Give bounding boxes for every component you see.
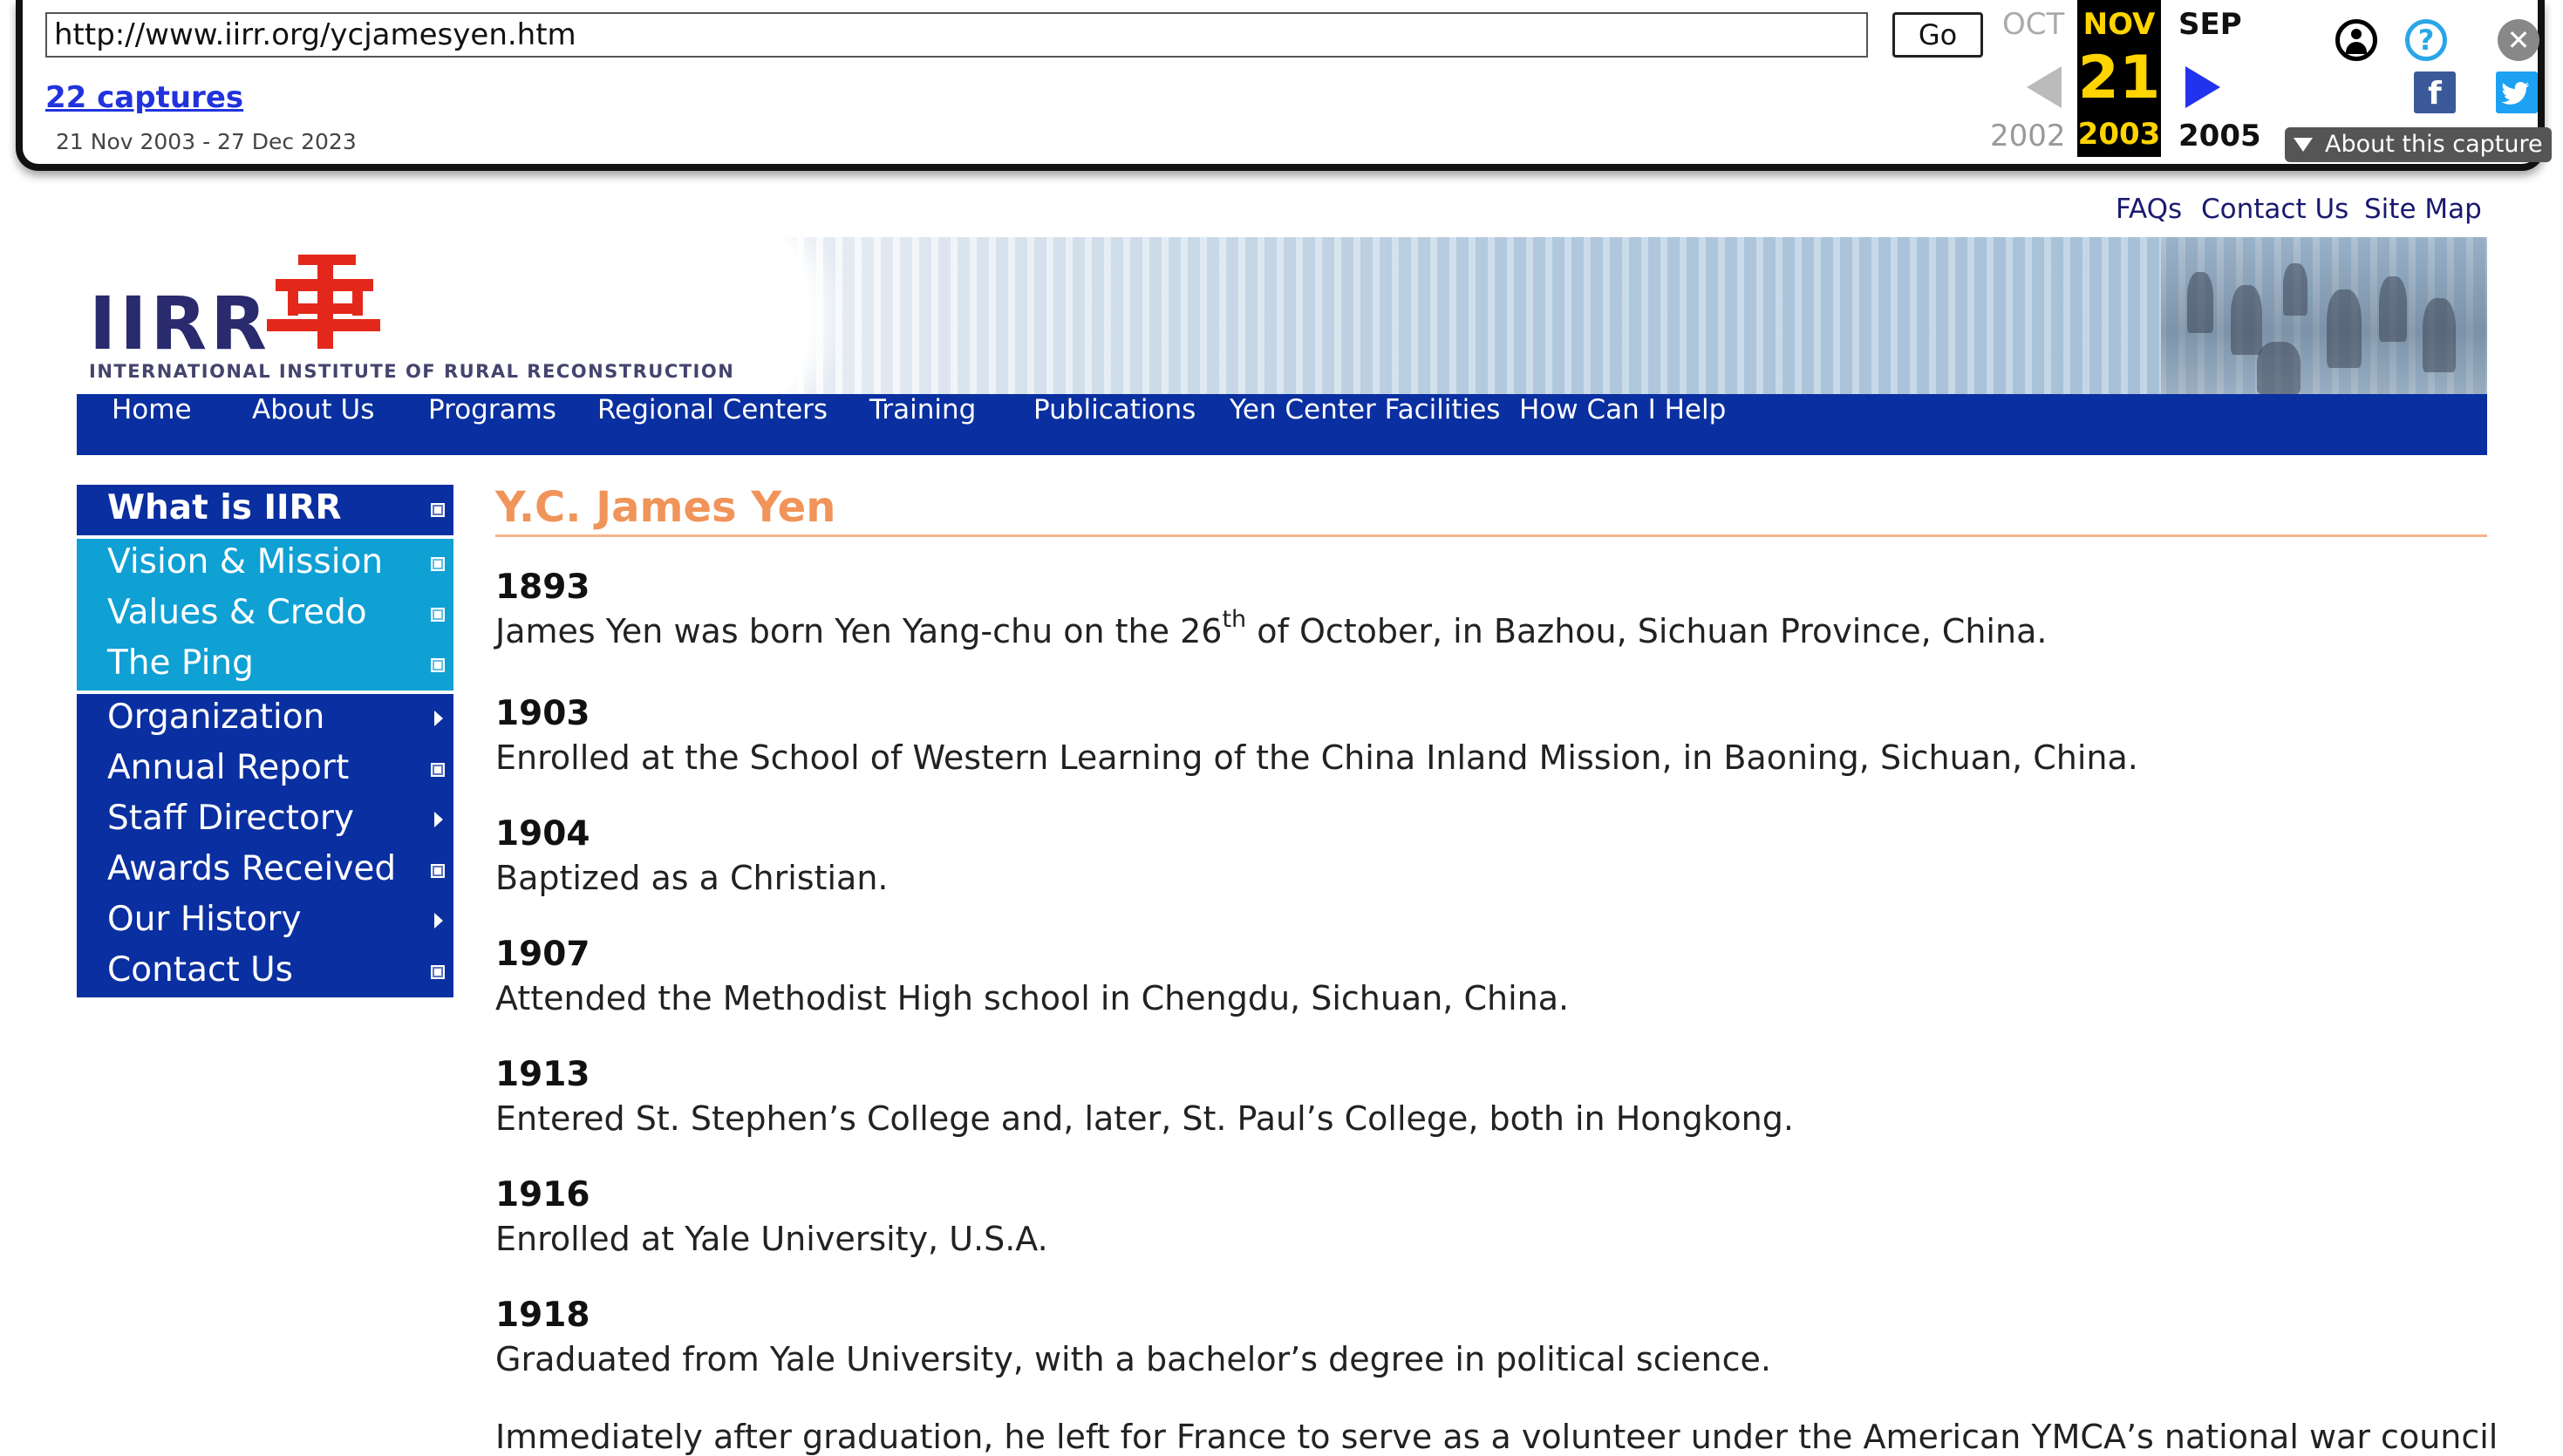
sidebar-item-label: Our History bbox=[107, 900, 302, 939]
sidebar-item-label: What is IIRR bbox=[107, 488, 342, 527]
timeline-year: 1907 bbox=[495, 935, 590, 974]
timeline-text: James Yen was born Yen Yang-chu on the 2… bbox=[495, 606, 2048, 650]
sidebar-item-label: Awards Received bbox=[107, 849, 397, 888]
sidebar-item-our-history[interactable]: Our History bbox=[77, 896, 453, 947]
twitter-icon[interactable] bbox=[2496, 71, 2538, 113]
sidebar-item-label: Annual Report bbox=[107, 748, 350, 787]
sidebar-item-values-credo[interactable]: Values & Credo bbox=[77, 589, 453, 640]
sidebar-item-what-is-iirr[interactable]: What is IIRR bbox=[77, 485, 453, 535]
title-divider bbox=[495, 534, 2487, 537]
square-bullet-icon bbox=[431, 965, 445, 979]
next-capture-arrow-icon[interactable] bbox=[2185, 66, 2220, 108]
sidebar-item-label: Organization bbox=[107, 697, 325, 737]
nav-yen-center-facilities[interactable]: Yen Center Facilities bbox=[1230, 394, 1500, 425]
sidebar-item-awards-received[interactable]: Awards Received bbox=[77, 846, 453, 896]
site-map-link[interactable]: Site Map bbox=[2364, 194, 2482, 225]
sidebar-item-staff-directory[interactable]: Staff Directory bbox=[77, 795, 453, 846]
sidebar-item-label: Vision & Mission bbox=[107, 542, 384, 582]
square-bullet-icon bbox=[431, 557, 445, 571]
sidebar-item-label: The Ping bbox=[107, 643, 254, 683]
timeline-year: 1904 bbox=[495, 814, 590, 854]
user-account-icon[interactable] bbox=[2335, 19, 2377, 61]
sidebar-item-contact-us[interactable]: Contact Us bbox=[77, 947, 453, 997]
sidebar-item-annual-report[interactable]: Annual Report bbox=[77, 745, 453, 795]
timeline-text: Enrolled at Yale University, U.S.A. bbox=[495, 1220, 1048, 1258]
nav-regional-centers[interactable]: Regional Centers bbox=[597, 394, 828, 425]
timeline-year: 1918 bbox=[495, 1296, 590, 1335]
timeline-text: Enrolled at the School of Western Learni… bbox=[495, 738, 2138, 777]
about-capture-label: About this capture bbox=[2325, 131, 2543, 158]
site-banner: IIRR INTERNATIONAL INSTITUTE OF RURAL RE… bbox=[77, 237, 2487, 394]
arrow-right-icon bbox=[434, 711, 443, 726]
timeline-year: 1903 bbox=[495, 694, 590, 733]
page-title: Y.C. James Yen bbox=[495, 483, 836, 532]
nav-home[interactable]: Home bbox=[112, 394, 192, 425]
contact-us-link[interactable]: Contact Us bbox=[2201, 194, 2348, 225]
timeline-entry: 1893 James Yen was born Yen Yang-chu on … bbox=[495, 567, 2501, 654]
caret-down-icon bbox=[2294, 138, 2313, 152]
timeline-text: Baptized as a Christian. bbox=[495, 859, 889, 897]
url-input[interactable]: http://www.iirr.org/ycjamesyen.htm bbox=[45, 12, 1868, 58]
capture-date-range: 21 Nov 2003 - 27 Dec 2023 bbox=[56, 129, 357, 154]
square-bullet-icon bbox=[431, 503, 445, 517]
timeline-entry: 1913 Entered St. Stephen’s College and, … bbox=[495, 1054, 2501, 1141]
timeline-year: 1913 bbox=[495, 1055, 590, 1094]
timeline-entry: 1916 Enrolled at Yale University, U.S.A. bbox=[495, 1174, 2501, 1262]
about-capture-button[interactable]: About this capture bbox=[2285, 127, 2552, 162]
timeline-text: Entered St. Stephen’s College and, later… bbox=[495, 1099, 1794, 1138]
help-icon[interactable]: ? bbox=[2405, 19, 2447, 61]
sidebar-item-label: Values & Credo bbox=[107, 593, 367, 632]
timeline-text: Graduated from Yale University, with a b… bbox=[495, 1340, 1771, 1378]
square-bullet-icon bbox=[431, 763, 445, 777]
timeline-year: 1916 bbox=[495, 1175, 590, 1214]
prev-month-label[interactable]: OCT bbox=[2002, 7, 2064, 42]
wayback-toolbar: http://www.iirr.org/ycjamesyen.htm Go 22… bbox=[16, 0, 2552, 171]
close-icon[interactable]: ✕ bbox=[2498, 19, 2539, 61]
go-button[interactable]: Go bbox=[1892, 12, 1983, 58]
sidebar-item-organization[interactable]: Organization bbox=[77, 694, 453, 745]
captures-link[interactable]: 22 captures bbox=[45, 80, 243, 115]
nav-training[interactable]: Training bbox=[869, 394, 976, 425]
timeline-entry: 1907 Attended the Methodist High school … bbox=[495, 934, 2501, 1021]
current-day: 21 bbox=[2077, 44, 2161, 112]
sidebar-item-vision-mission[interactable]: Vision & Mission bbox=[77, 539, 453, 589]
nav-about-us[interactable]: About Us bbox=[252, 394, 374, 425]
current-year: 2003 bbox=[2077, 117, 2161, 152]
iirr-logo-icon[interactable] bbox=[267, 255, 380, 350]
timeline-entry: 1904 Baptized as a Christian. bbox=[495, 813, 2501, 901]
current-capture-date: NOV 21 2003 bbox=[2077, 0, 2161, 157]
nav-how-can-i-help[interactable]: How Can I Help bbox=[1519, 394, 1726, 425]
next-year-label[interactable]: 2005 bbox=[2178, 119, 2261, 153]
iirr-logo-text[interactable]: IIRR bbox=[89, 281, 270, 366]
square-bullet-icon bbox=[431, 608, 445, 622]
sidebar-item-label: Contact Us bbox=[107, 950, 293, 990]
main-nav: Home About Us Programs Regional Centers … bbox=[77, 394, 2487, 455]
iirr-tagline: INTERNATIONAL INSTITUTE OF RURAL RECONST… bbox=[89, 361, 735, 382]
timeline-year: 1893 bbox=[495, 568, 590, 607]
next-month-label[interactable]: SEP bbox=[2178, 7, 2242, 42]
faqs-link[interactable]: FAQs bbox=[2116, 194, 2182, 225]
arrow-right-icon bbox=[434, 812, 443, 827]
sidebar-item-label: Staff Directory bbox=[107, 799, 354, 838]
nav-publications[interactable]: Publications bbox=[1033, 394, 1196, 425]
nav-programs[interactable]: Programs bbox=[428, 394, 556, 425]
timeline-text: Attended the Methodist High school in Ch… bbox=[495, 979, 1570, 1017]
square-bullet-icon bbox=[431, 658, 445, 672]
prev-capture-arrow-icon bbox=[2027, 66, 2062, 108]
current-month: NOV bbox=[2082, 7, 2156, 42]
facebook-icon[interactable]: f bbox=[2414, 71, 2456, 113]
prev-year-label[interactable]: 2002 bbox=[1990, 119, 2066, 153]
body-paragraph: Immediately after graduation, he left fo… bbox=[495, 1418, 2501, 1456]
timeline-entry: 1918 Graduated from Yale University, wit… bbox=[495, 1295, 2501, 1382]
timeline-entry: 1903 Enrolled at the School of Western L… bbox=[495, 693, 2501, 780]
banner-photo bbox=[2161, 237, 2487, 394]
sidebar-item-the-ping[interactable]: The Ping bbox=[77, 640, 453, 691]
arrow-right-icon bbox=[434, 913, 443, 929]
square-bullet-icon bbox=[431, 864, 445, 878]
